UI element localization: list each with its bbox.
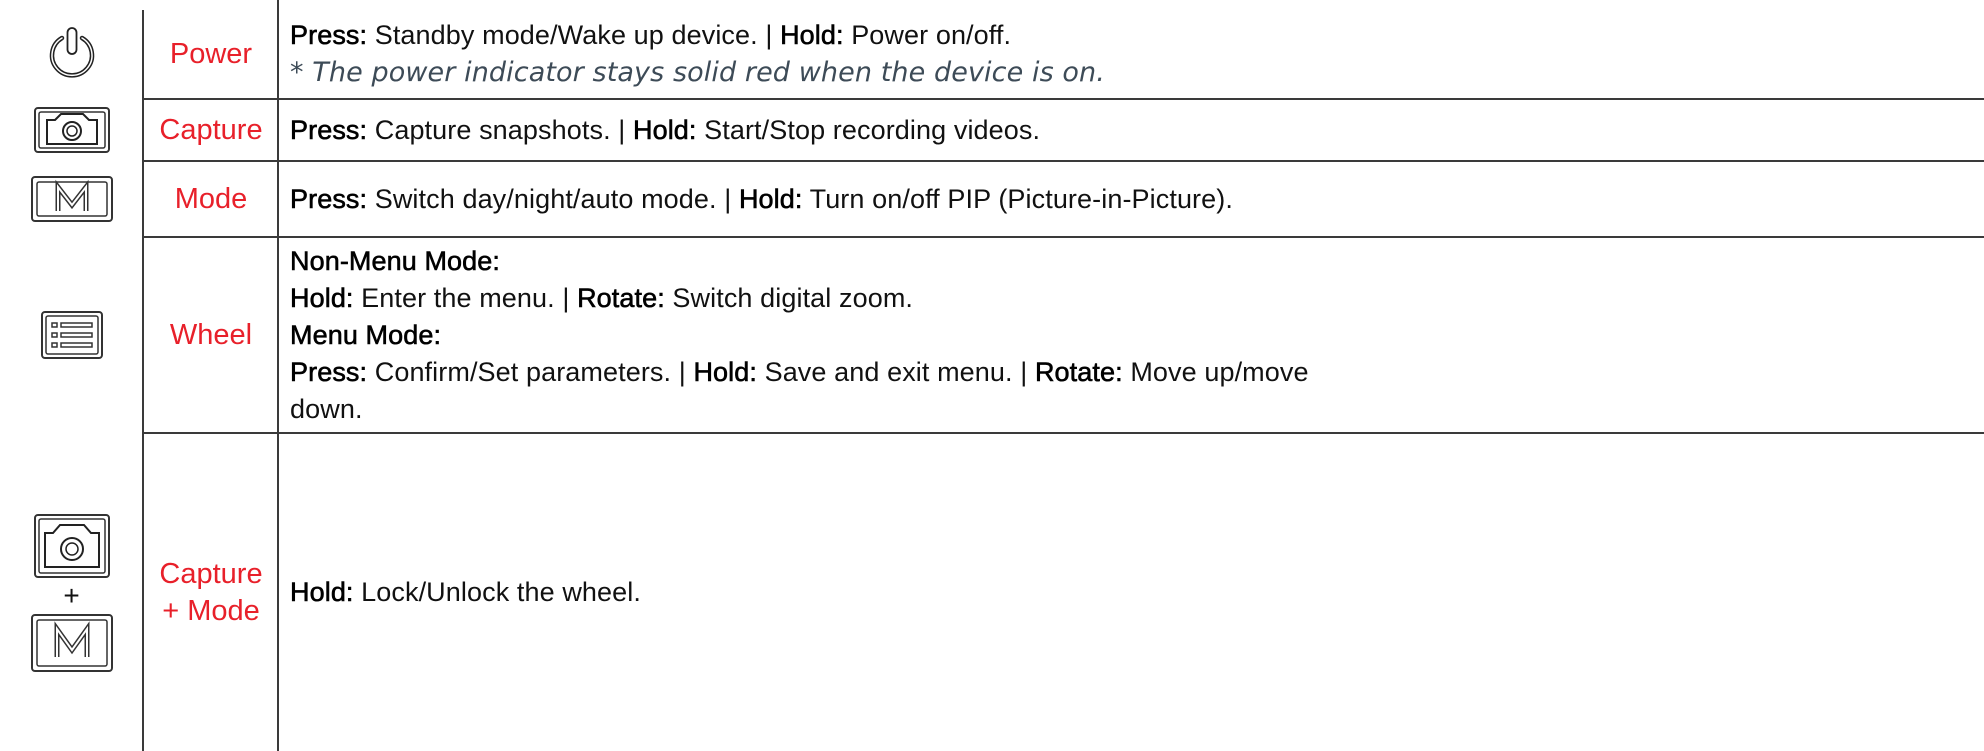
power-label: Power: [169, 37, 253, 70]
hold-key: Hold:: [693, 356, 757, 387]
rotate-key: Rotate:: [1034, 356, 1123, 387]
press-key: Press:: [290, 20, 368, 51]
power-icon-cell: [0, 10, 143, 98]
rotate-key: Rotate:: [577, 282, 665, 313]
button-name-power: Power: [145, 10, 277, 98]
power-icon: [49, 27, 94, 78]
menu-wheel-icon: [40, 311, 103, 359]
mode-m-icon: [30, 176, 113, 222]
button-name-mode: Mode: [145, 162, 277, 236]
press-text: Capture snapshots. |: [367, 114, 633, 145]
menu-mode-heading: Menu Mode:: [290, 319, 442, 350]
capture-description: Press: Capture snapshots. | Hold: Start/…: [290, 100, 1970, 160]
rotate-text: Move up/move: [1122, 356, 1309, 387]
button-name-capture-mode: Capture + Mode: [145, 434, 277, 751]
press-text: Standby mode/Wake up device. |: [367, 20, 781, 50]
hold-text: Lock/Unlock the wheel.: [353, 577, 641, 607]
hold-key: Hold:: [290, 577, 354, 608]
hold-key: Hold:: [738, 183, 803, 214]
hold-key: Hold:: [290, 282, 354, 313]
mode-description: Press: Switch day/night/auto mode. | Hol…: [290, 162, 1970, 236]
wheel-description: Non-Menu Mode: Hold: Enter the menu. | R…: [290, 238, 1970, 432]
power-description-line: Press: Standby mode/Wake up device. | Ho…: [290, 17, 1970, 54]
press-key: Press:: [290, 356, 368, 387]
hold-text: Enter the menu. |: [353, 282, 578, 313]
non-menu-mode-line: Hold: Enter the menu. | Rotate: Switch d…: [290, 280, 1970, 317]
mode-label: Mode: [174, 182, 248, 215]
capture-mode-icon-cell: +: [0, 434, 143, 751]
wheel-icon-cell: [0, 238, 143, 432]
press-key: Press:: [290, 114, 368, 145]
hold-key: Hold:: [632, 114, 697, 145]
wheel-label: Wheel: [169, 318, 253, 351]
power-note: * The power indicator stays solid red wh…: [290, 57, 1105, 88]
button-name-capture: Capture: [145, 100, 277, 160]
press-text: Switch day/night/auto mode. |: [367, 183, 739, 214]
capture-description-line: Press: Capture snapshots. | Hold: Start/…: [290, 112, 1970, 149]
non-menu-mode-heading: Non-Menu Mode:: [290, 245, 501, 276]
hold-text: Turn on/off PIP (Picture-in-Picture).: [802, 183, 1233, 214]
mode-description-line: Press: Switch day/night/auto mode. | Hol…: [290, 181, 1970, 218]
capture-icon-cell: [0, 100, 143, 160]
capture-mode-label-line2: + Mode: [162, 594, 260, 627]
column-divider-2: [277, 0, 279, 751]
capture-label: Capture: [159, 113, 263, 146]
rotate-text: Switch digital zoom.: [664, 282, 914, 313]
hold-text: Power on/off.: [843, 20, 1012, 50]
capture-mode-label-line1: Capture: [159, 557, 263, 590]
mode-m-icon: [30, 613, 113, 672]
hold-key: Hold:: [780, 20, 844, 51]
power-description: Press: Standby mode/Wake up device. | Ho…: [290, 10, 1970, 98]
capture-mode-description: Hold: Lock/Unlock the wheel.: [290, 434, 1970, 751]
capture-mode-description-line: Hold: Lock/Unlock the wheel.: [290, 574, 1970, 611]
menu-mode-line-continued: down.: [290, 393, 363, 424]
plus-sign: +: [63, 579, 80, 611]
menu-mode-line: Press: Confirm/Set parameters. | Hold: S…: [290, 354, 1970, 391]
press-text: Confirm/Set parameters. |: [367, 356, 694, 387]
camera-icon: [33, 513, 110, 578]
press-key: Press:: [290, 183, 368, 214]
hold-text: Save and exit menu. |: [756, 356, 1035, 387]
hold-text: Start/Stop recording videos.: [696, 114, 1041, 145]
button-name-wheel: Wheel: [145, 238, 277, 432]
mode-icon-cell: [0, 162, 143, 236]
camera-icon: [33, 107, 110, 153]
